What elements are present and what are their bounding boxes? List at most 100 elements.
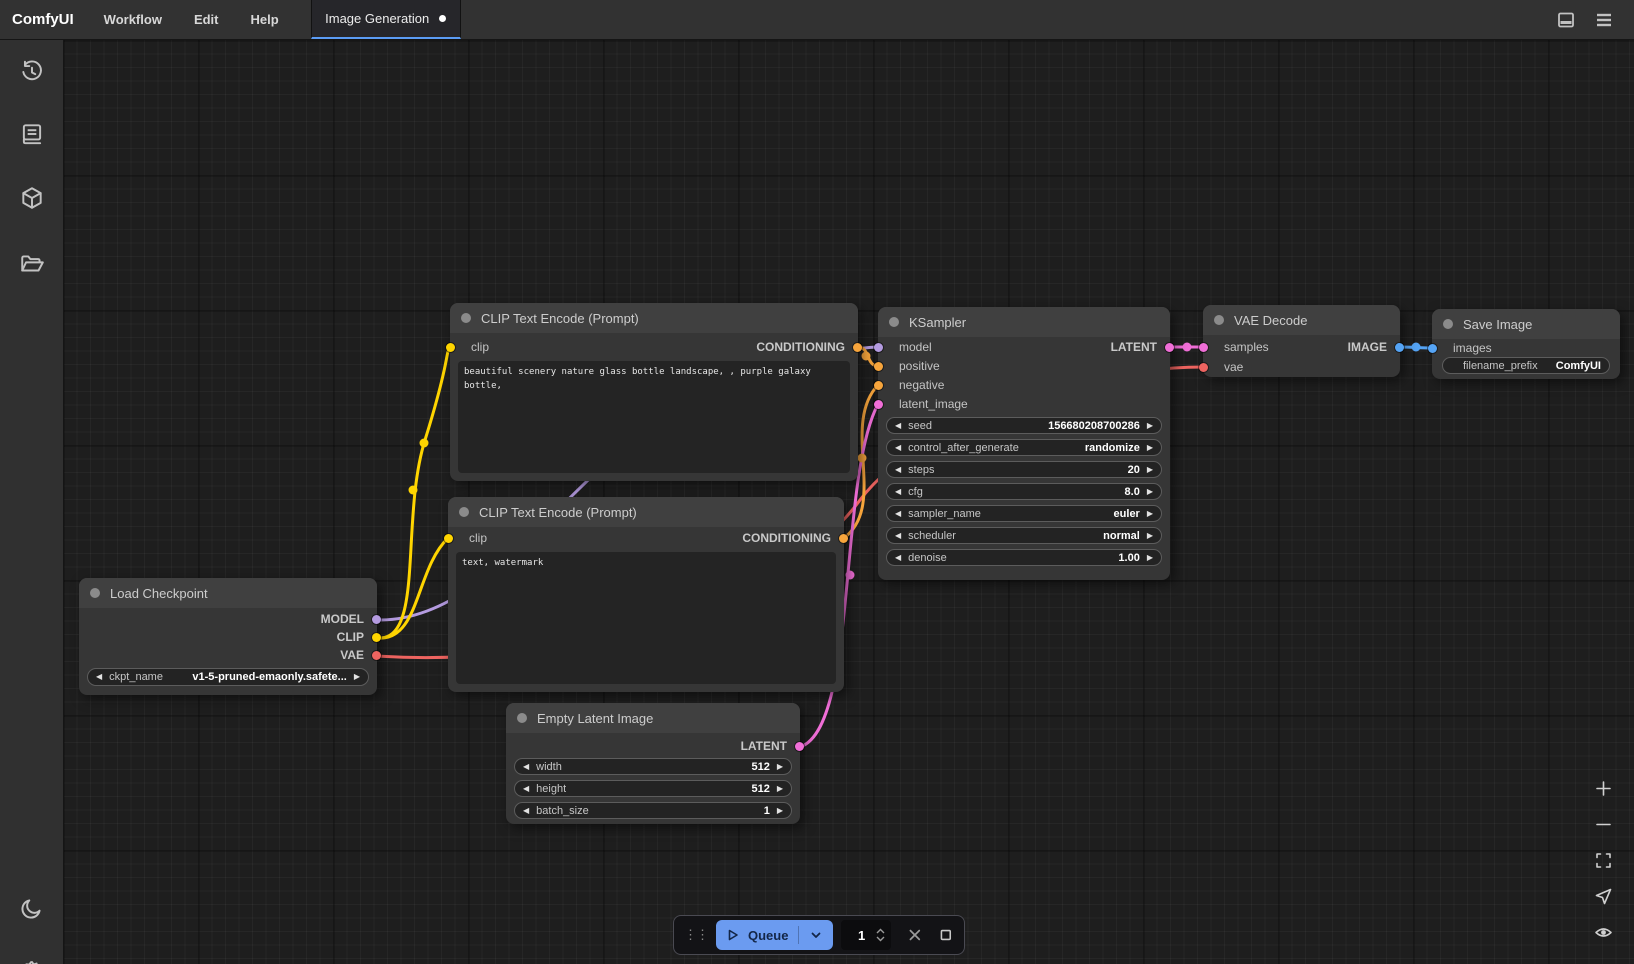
output-port-vae[interactable] <box>372 651 381 660</box>
widget-arrow-right-icon[interactable]: ▶ <box>1147 554 1153 562</box>
node-ksampler[interactable]: KSampler model LATENT positive negative … <box>878 307 1170 580</box>
input-port-negative[interactable] <box>874 381 883 390</box>
sidebar-settings-button[interactable] <box>16 956 48 964</box>
widget-arrow-right-icon[interactable]: ▶ <box>1147 444 1153 452</box>
node-header[interactable]: Load Checkpoint <box>79 578 377 608</box>
widget-filename-prefix[interactable]: filename_prefix ComfyUI <box>1442 357 1610 374</box>
menu-icon[interactable] <box>1594 10 1614 30</box>
input-port-positive[interactable] <box>874 362 883 371</box>
fit-view-button[interactable] <box>1589 846 1617 874</box>
widget-steps[interactable]: ◀ steps 20 ▶ <box>886 461 1162 478</box>
input-port-clip[interactable] <box>444 534 453 543</box>
output-port-model[interactable] <box>372 615 381 624</box>
node-header[interactable]: CLIP Text Encode (Prompt) <box>448 497 844 527</box>
chevron-down-icon[interactable] <box>809 928 823 942</box>
batch-count-input[interactable]: 1 <box>841 920 890 950</box>
widget-arrow-left-icon[interactable]: ◀ <box>895 422 901 430</box>
sidebar-workflows-button[interactable] <box>16 248 48 280</box>
batch-count-steppers[interactable] <box>876 928 885 942</box>
widget-arrow-left-icon[interactable]: ◀ <box>523 807 529 815</box>
input-port-samples[interactable] <box>1199 343 1208 352</box>
stepper-down-icon[interactable] <box>876 936 885 942</box>
node-empty-latent-image[interactable]: Empty Latent Image LATENT ◀ width 512 ▶ … <box>506 703 800 824</box>
widget-ckpt-name[interactable]: ◀ ckpt_name v1-5-pruned-emaonly.safete..… <box>87 668 369 686</box>
widget-control-after-generate[interactable]: ◀ control_after_generate randomize ▶ <box>886 439 1162 456</box>
menu-help[interactable]: Help <box>235 0 295 39</box>
node-header[interactable]: Save Image <box>1432 309 1620 339</box>
widget-arrow-right-icon[interactable]: ▶ <box>1147 466 1153 474</box>
widget-denoise[interactable]: ◀ denoise 1.00 ▶ <box>886 549 1162 566</box>
widget-arrow-left-icon[interactable]: ◀ <box>523 763 529 771</box>
stepper-up-icon[interactable] <box>876 928 885 934</box>
node-header[interactable]: Empty Latent Image <box>506 703 800 733</box>
node-graph-canvas[interactable] <box>63 40 1634 964</box>
workflow-tab[interactable]: Image Generation <box>311 0 461 39</box>
widget-height[interactable]: ◀ height 512 ▶ <box>514 780 792 797</box>
collapse-dot-icon[interactable] <box>1443 319 1453 329</box>
widget-arrow-left-icon[interactable]: ◀ <box>895 554 901 562</box>
zoom-in-button[interactable] <box>1589 774 1617 802</box>
bottom-panel-icon[interactable] <box>1556 10 1576 30</box>
output-port-latent[interactable] <box>795 742 804 751</box>
node-clip-text-encode-positive[interactable]: CLIP Text Encode (Prompt) clip CONDITION… <box>450 303 858 481</box>
input-port-latent-image[interactable] <box>874 400 883 409</box>
sidebar-model-library-button[interactable] <box>16 182 48 214</box>
toggle-link-visibility-button[interactable] <box>1589 918 1617 946</box>
widget-arrow-left-icon[interactable]: ◀ <box>895 532 901 540</box>
stop-icon[interactable] <box>938 927 954 943</box>
input-port-vae[interactable] <box>1199 363 1208 372</box>
zoom-out-button[interactable] <box>1589 810 1617 838</box>
output-port-conditioning[interactable] <box>839 534 848 543</box>
comfyui-logo[interactable]: ComfyUI <box>0 0 88 39</box>
collapse-dot-icon[interactable] <box>90 588 100 598</box>
menu-workflow[interactable]: Workflow <box>88 0 178 39</box>
output-port-latent[interactable] <box>1165 343 1174 352</box>
widget-arrow-left-icon[interactable]: ◀ <box>523 785 529 793</box>
widget-batch-size[interactable]: ◀ batch_size 1 ▶ <box>514 802 792 819</box>
widget-arrow-left-icon[interactable]: ◀ <box>895 488 901 496</box>
widget-arrow-left-icon[interactable]: ◀ <box>895 510 901 518</box>
widget-scheduler[interactable]: ◀ scheduler normal ▶ <box>886 527 1162 544</box>
widget-width[interactable]: ◀ width 512 ▶ <box>514 758 792 775</box>
node-save-image[interactable]: Save Image images filename_prefix ComfyU… <box>1432 309 1620 379</box>
widget-arrow-left-icon[interactable]: ◀ <box>895 466 901 474</box>
node-header[interactable]: VAE Decode <box>1203 305 1400 335</box>
widget-arrow-right-icon[interactable]: ▶ <box>777 763 783 771</box>
collapse-dot-icon[interactable] <box>459 507 469 517</box>
widget-arrow-right-icon[interactable]: ▶ <box>1147 510 1153 518</box>
widget-seed[interactable]: ◀ seed 156680208700286 ▶ <box>886 417 1162 434</box>
widget-arrow-left-icon[interactable]: ◀ <box>96 673 102 681</box>
widget-arrow-right-icon[interactable]: ▶ <box>354 673 360 681</box>
node-clip-text-encode-negative[interactable]: CLIP Text Encode (Prompt) clip CONDITION… <box>448 497 844 692</box>
sidebar-node-library-button[interactable] <box>16 118 48 150</box>
menu-edit[interactable]: Edit <box>178 0 235 39</box>
output-port-clip[interactable] <box>372 633 381 642</box>
input-port-images[interactable] <box>1428 344 1437 353</box>
sidebar-theme-toggle-button[interactable] <box>16 892 48 924</box>
node-header[interactable]: CLIP Text Encode (Prompt) <box>450 303 858 333</box>
sidebar-queue-history-button[interactable] <box>16 56 48 88</box>
collapse-dot-icon[interactable] <box>517 713 527 723</box>
node-header[interactable]: KSampler <box>878 307 1170 337</box>
pan-mode-button[interactable] <box>1589 882 1617 910</box>
output-port-conditioning[interactable] <box>853 343 862 352</box>
widget-cfg[interactable]: ◀ cfg 8.0 ▶ <box>886 483 1162 500</box>
widget-arrow-right-icon[interactable]: ▶ <box>777 785 783 793</box>
node-load-checkpoint[interactable]: Load Checkpoint MODEL CLIP VAE ◀ ckpt_na… <box>79 578 377 695</box>
interrupt-icon[interactable] <box>907 927 923 943</box>
node-vae-decode[interactable]: VAE Decode samples IMAGE vae <box>1203 305 1400 377</box>
widget-arrow-right-icon[interactable]: ▶ <box>1147 488 1153 496</box>
drag-handle-icon[interactable]: ⋮⋮ <box>684 927 708 943</box>
widget-arrow-right-icon[interactable]: ▶ <box>777 807 783 815</box>
input-port-clip[interactable] <box>446 343 455 352</box>
widget-arrow-left-icon[interactable]: ◀ <box>895 444 901 452</box>
negative-prompt-textarea[interactable]: text, watermark <box>456 552 836 684</box>
widget-sampler-name[interactable]: ◀ sampler_name euler ▶ <box>886 505 1162 522</box>
positive-prompt-textarea[interactable]: beautiful scenery nature glass bottle la… <box>458 361 850 473</box>
collapse-dot-icon[interactable] <box>461 313 471 323</box>
collapse-dot-icon[interactable] <box>889 317 899 327</box>
widget-arrow-right-icon[interactable]: ▶ <box>1147 422 1153 430</box>
output-port-image[interactable] <box>1395 343 1404 352</box>
collapse-dot-icon[interactable] <box>1214 315 1224 325</box>
queue-button[interactable]: Queue <box>716 920 833 950</box>
